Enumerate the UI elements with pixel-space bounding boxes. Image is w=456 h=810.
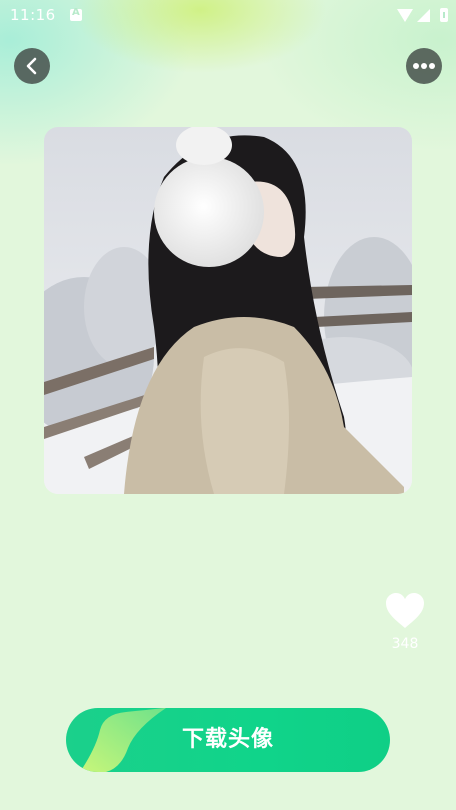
status-time: 11:16 xyxy=(10,6,56,24)
battery-icon xyxy=(440,8,448,22)
avatar-photo-illustration xyxy=(44,127,412,494)
download-button-label: 下载头像 xyxy=(181,727,274,752)
notification-icon xyxy=(70,7,82,21)
heart-icon[interactable] xyxy=(385,592,425,630)
download-avatar-button[interactable]: 下载头像 xyxy=(66,708,390,772)
more-button[interactable] xyxy=(406,48,442,84)
wifi-icon xyxy=(397,8,413,22)
avatar-image[interactable] xyxy=(44,127,412,494)
more-horizontal-icon xyxy=(413,63,435,69)
back-button[interactable] xyxy=(14,48,50,84)
like-area: 348 xyxy=(382,592,428,652)
signal-icon xyxy=(417,8,430,22)
like-count: 348 xyxy=(391,636,419,652)
status-bar: 11:16 xyxy=(0,0,456,32)
chevron-left-icon xyxy=(26,57,37,75)
status-icons xyxy=(397,8,448,22)
